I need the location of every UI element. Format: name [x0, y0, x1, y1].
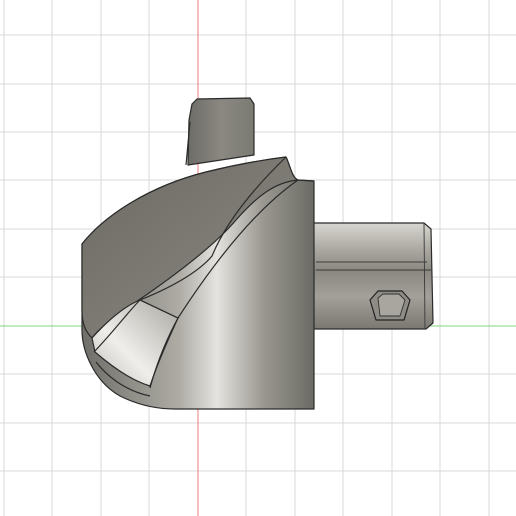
hex-socket-inner — [377, 293, 406, 317]
viewport-canvas[interactable] — [0, 0, 516, 516]
model-shank — [312, 222, 434, 330]
model-stem — [187, 97, 255, 166]
cad-viewport[interactable] — [0, 0, 516, 516]
model-body[interactable] — [81, 97, 434, 410]
